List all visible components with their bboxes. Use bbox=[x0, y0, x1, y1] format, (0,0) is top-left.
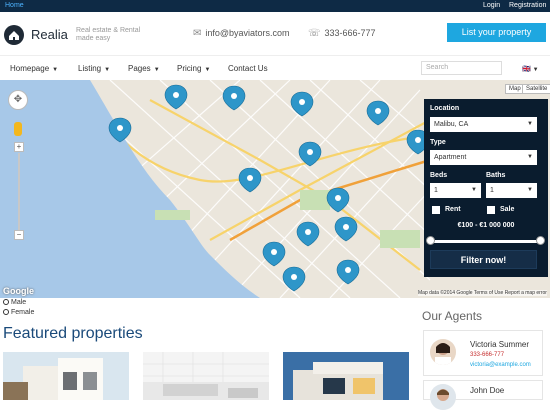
search-input[interactable]: Search bbox=[421, 61, 502, 75]
main-nav: Homepage ▼ Listing ▼ Pages ▼ Pricing ▼ Conta… bbox=[0, 55, 550, 80]
nav-item-pages[interactable]: Pages ▼ bbox=[128, 64, 160, 73]
property-filter-panel: Location Malibu, CA ▼ Type Apartment ▼ B… bbox=[424, 99, 548, 277]
caret-down-icon: ▼ bbox=[104, 67, 111, 73]
baths-select[interactable]: 1 ▼ bbox=[486, 183, 537, 198]
type-value: Apartment bbox=[434, 154, 467, 161]
our-agents-title: Our Agents bbox=[422, 309, 483, 323]
price-slider-max-handle[interactable] bbox=[536, 236, 545, 245]
caret-down-icon: ▼ bbox=[153, 67, 160, 73]
agent-phone: 333-666-777 bbox=[470, 352, 505, 358]
beds-select[interactable]: 1 ▼ bbox=[430, 183, 481, 198]
site-header: Realia Real estate & Rental made easy ✉ i… bbox=[0, 12, 550, 55]
registration-link[interactable]: Registration bbox=[509, 2, 546, 9]
property-thumbnail[interactable] bbox=[283, 352, 409, 400]
male-option[interactable]: Male bbox=[3, 298, 34, 308]
type-select[interactable]: Apartment ▼ bbox=[430, 150, 537, 165]
female-radio[interactable] bbox=[3, 309, 9, 316]
agent-avatar bbox=[430, 384, 456, 410]
list-property-button[interactable]: List your property bbox=[447, 23, 546, 42]
rent-checkbox[interactable] bbox=[432, 206, 440, 214]
caret-down-icon: ▼ bbox=[532, 67, 539, 73]
price-slider-min-handle[interactable] bbox=[426, 236, 435, 245]
caret-down-icon: ▼ bbox=[204, 67, 211, 73]
location-select[interactable]: Malibu, CA ▼ bbox=[430, 117, 537, 132]
caret-down-icon: ▼ bbox=[471, 187, 477, 193]
female-label: Female bbox=[11, 309, 35, 316]
nav-label: Contact Us bbox=[228, 64, 268, 73]
price-slider-track[interactable] bbox=[429, 240, 541, 243]
filter-now-button[interactable]: Filter now! bbox=[430, 250, 537, 269]
nav-item-listing[interactable]: Listing ▼ bbox=[78, 64, 110, 73]
phone-text: 333-666-777 bbox=[324, 28, 376, 38]
property-image bbox=[3, 352, 129, 400]
home-link[interactable]: Home bbox=[5, 2, 24, 9]
property-image bbox=[283, 352, 409, 400]
nav-label: Pages bbox=[128, 64, 151, 73]
email-text: info@byaviators.com bbox=[205, 28, 290, 38]
caret-down-icon: ▼ bbox=[527, 187, 533, 193]
nav-label: Listing bbox=[78, 64, 102, 73]
caret-down-icon: ▼ bbox=[527, 121, 533, 127]
beds-value: 1 bbox=[434, 187, 438, 194]
phone-contact: ☏ 333-666-777 bbox=[308, 28, 376, 39]
male-radio[interactable] bbox=[3, 299, 9, 306]
logo-text[interactable]: Realia bbox=[31, 27, 68, 42]
nav-label: Pricing bbox=[177, 64, 202, 73]
nav-item-pricing[interactable]: Pricing ▼ bbox=[177, 64, 210, 73]
property-thumbnail[interactable] bbox=[143, 352, 269, 400]
location-value: Malibu, CA bbox=[434, 121, 469, 128]
agent-card[interactable]: Victoria Summer 333-666-777 victoria@exa… bbox=[423, 330, 543, 376]
agent-name: Victoria Summer bbox=[470, 340, 529, 349]
nav-item-contact[interactable]: Contact Us bbox=[228, 64, 268, 73]
type-label: Type bbox=[430, 139, 446, 146]
beds-label: Beds bbox=[430, 172, 448, 179]
top-bar: Home Login Registration bbox=[0, 0, 550, 12]
caret-down-icon: ▼ bbox=[52, 67, 59, 73]
envelope-icon: ✉ bbox=[193, 28, 202, 39]
flag-icon: 🇬🇧 bbox=[522, 66, 531, 73]
phone-icon: ☏ bbox=[308, 28, 321, 39]
location-label: Location bbox=[430, 105, 460, 112]
property-image bbox=[143, 352, 269, 400]
agent-name: John Doe bbox=[470, 386, 505, 395]
baths-value: 1 bbox=[490, 187, 494, 194]
agent-card[interactable]: John Doe bbox=[423, 380, 543, 410]
featured-properties-title: Featured properties bbox=[3, 325, 143, 342]
tagline: Real estate & Rental made easy bbox=[76, 27, 141, 42]
price-range-text: €100 - €1 000 000 bbox=[457, 222, 515, 229]
property-thumbnail[interactable] bbox=[3, 352, 129, 400]
logo-house-icon[interactable] bbox=[4, 25, 24, 45]
language-flag[interactable]: 🇬🇧 ▼ bbox=[522, 65, 539, 73]
agent-avatar bbox=[430, 339, 456, 365]
email-contact: ✉ info@byaviators.com bbox=[193, 28, 290, 39]
gender-radio-group: Male Female bbox=[3, 298, 34, 318]
sale-checkbox[interactable] bbox=[487, 206, 495, 214]
caret-down-icon: ▼ bbox=[527, 154, 533, 160]
agent-email[interactable]: victoria@example.com bbox=[470, 362, 531, 368]
nav-label: Homepage bbox=[10, 64, 50, 73]
login-link[interactable]: Login bbox=[483, 2, 500, 9]
female-option[interactable]: Female bbox=[3, 308, 34, 318]
nav-item-homepage[interactable]: Homepage ▼ bbox=[10, 64, 58, 73]
male-label: Male bbox=[11, 299, 27, 306]
sale-label: Sale bbox=[500, 206, 515, 213]
baths-label: Baths bbox=[486, 172, 506, 179]
rent-label: Rent bbox=[445, 206, 461, 213]
